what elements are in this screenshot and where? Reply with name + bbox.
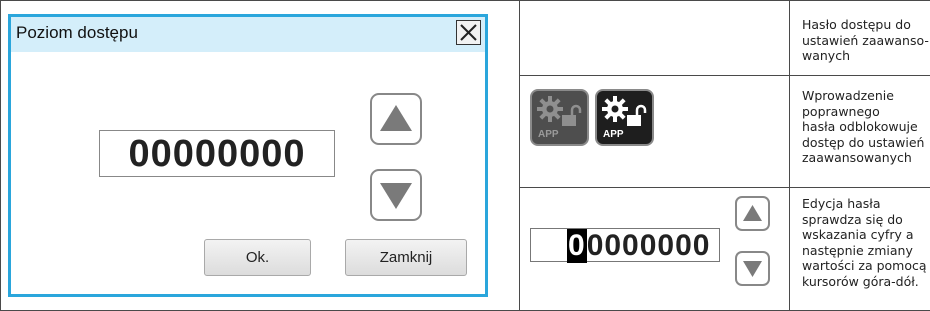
row1-line-3: wanych [802, 48, 850, 63]
arrow-up-icon [380, 105, 412, 131]
row3-line-2: sprawdza się do [802, 211, 903, 227]
row1-description: Hasło dostępu do ustawień zaawanso- wany… [802, 17, 929, 64]
row3-line-1: Edycja hasła [802, 196, 881, 211]
arrow-down-icon [743, 261, 762, 277]
app-label-disabled: APP [538, 129, 559, 140]
password-edit-field[interactable]: 00000000 [530, 228, 720, 263]
arrow-down-icon [380, 183, 412, 209]
row2-line-3: hasła odblokowuje [802, 119, 918, 134]
table-divider-row2 [519, 187, 930, 188]
row2-description: Wprowadzenie poprawnego hasła odblokowuj… [802, 88, 924, 166]
row3-line-6: kursorów góra-dół. [802, 273, 919, 289]
row3-description: Edycja hasła sprawdza się do wskazania c… [802, 196, 927, 289]
table-border-left [0, 0, 1, 311]
dialog-title: Poziom dostępu [16, 23, 138, 42]
digit-up-button[interactable] [735, 196, 770, 231]
password-edit-value: 00000000 [567, 229, 710, 263]
table-divider-row1 [519, 75, 930, 76]
row3-line-5: wartości za pomocą [802, 258, 927, 273]
row3-line-3: wskazania cyfry a [802, 227, 914, 242]
table-divider-col1 [519, 0, 520, 311]
table-border-top [0, 0, 930, 1]
close-button[interactable]: Zamknij [345, 239, 467, 276]
increment-button[interactable] [370, 93, 422, 145]
dialog-titlebar: Poziom dostępu [11, 17, 485, 52]
app-label-enabled: APP [603, 129, 624, 140]
app-lock-icon-disabled: APP [530, 89, 589, 146]
ok-button[interactable]: Ok. [204, 239, 311, 276]
access-level-dialog: Poziom dostępu 00000000 Ok. Zamknij [8, 14, 488, 297]
app-lock-icon-enabled: APP [595, 89, 654, 146]
digit-down-button[interactable] [735, 251, 770, 286]
row1-line-1: Hasło dostępu do [802, 17, 911, 32]
selected-digit: 0 [567, 229, 587, 263]
remaining-digits: 0000000 [586, 229, 711, 262]
password-value: 00000000 [128, 133, 306, 175]
close-icon[interactable] [456, 20, 481, 45]
row1-line-2: ustawień zaawanso- [802, 32, 929, 48]
row2-line-4: dostęp do ustawień [802, 134, 925, 150]
row3-line-4: następnie zmiany [802, 242, 913, 258]
row2-line-1: Wprowadzenie [802, 88, 894, 103]
row2-line-2: poprawnego [802, 103, 880, 119]
arrow-up-icon [743, 205, 762, 221]
decrement-button[interactable] [370, 169, 422, 221]
table-divider-col2 [789, 0, 790, 311]
row2-line-5: zaawansowanych [802, 150, 912, 165]
password-field[interactable]: 00000000 [99, 130, 335, 177]
